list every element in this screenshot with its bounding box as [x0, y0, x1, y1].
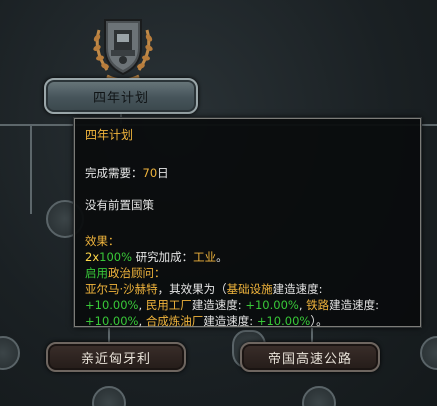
tree-connector	[30, 124, 32, 214]
focus-plate-four-year-plan[interactable]: 四年计划	[44, 78, 198, 114]
advisor-line-3: +10.00%, 合成炼油厂建造速度: +10.00%）。	[85, 314, 328, 328]
focus-name: 四年计划	[92, 90, 149, 106]
industry-focus-icon[interactable]	[85, 10, 161, 84]
focus-tooltip: 四年计划 完成需要：70日 没有前置国策 效果： 2x100% 研究加成：工业。…	[74, 118, 421, 328]
advisor-name: 亚尔马·沙赫特	[85, 282, 158, 296]
effect-enable-advisor: 启用政治顾问：	[85, 266, 166, 280]
focus-icon-partial[interactable]	[92, 386, 126, 406]
focus-plate-autobahn[interactable]: 帝国高速公路	[240, 342, 380, 372]
prerequisites: 没有前置国策	[85, 198, 154, 212]
focus-name: 亲近匈牙利	[80, 351, 151, 367]
advisor-line-1: 亚尔马·沙赫特，其效果为（基础设施建造速度:	[85, 282, 323, 296]
focus-icon-partial[interactable]	[302, 386, 336, 406]
focus-plate-hungary[interactable]: 亲近匈牙利	[46, 342, 186, 372]
completion-days: 70	[142, 166, 158, 180]
focus-icon-partial[interactable]	[0, 336, 20, 370]
tooltip-title: 四年计划	[85, 128, 134, 142]
focus-tree-view: 四年计划 亲近匈牙利 帝国高速公路 四年计划 完成需要：70日 没有前置国策 效…	[0, 0, 437, 406]
effect-research-bonus: 2x100% 研究加成：工业。	[85, 250, 228, 264]
completion-time: 完成需要：70日	[85, 166, 169, 180]
effects-label: 效果：	[85, 234, 120, 248]
advisor-line-2: +10.00%, 民用工厂建造速度: +10.00%, 铁路建造速度:	[85, 298, 380, 312]
focus-icon-partial[interactable]	[420, 336, 437, 370]
focus-name: 帝国高速公路	[267, 351, 352, 367]
